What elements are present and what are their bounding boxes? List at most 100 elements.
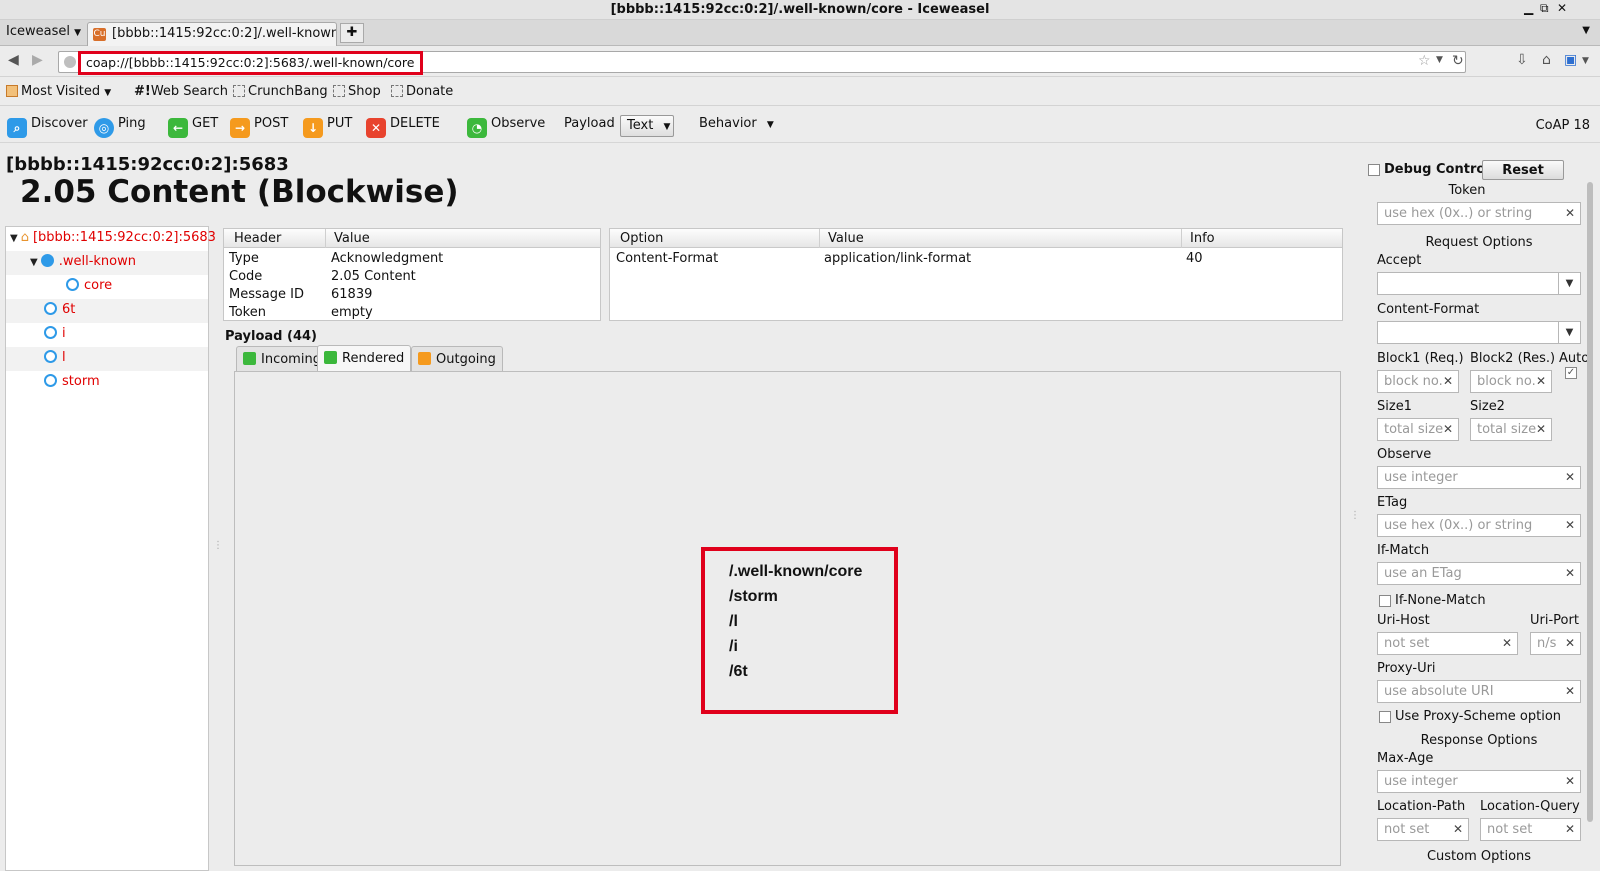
- clear-icon[interactable]: ✕: [1443, 374, 1453, 388]
- post-button[interactable]: → POST: [230, 116, 288, 138]
- clear-icon[interactable]: ✕: [1536, 374, 1546, 388]
- site-identity-icon[interactable]: [64, 56, 76, 68]
- auto-checkbox[interactable]: ✓: [1565, 367, 1577, 379]
- bookmark-donate[interactable]: Donate: [391, 84, 453, 99]
- etag-input[interactable]: use hex (0x..) or string ✕: [1377, 514, 1581, 537]
- tree-node-core[interactable]: core: [6, 275, 208, 299]
- size1-label: Size1: [1377, 399, 1412, 414]
- location-query-input[interactable]: not set ✕: [1480, 818, 1581, 841]
- accept-select[interactable]: ▼: [1377, 272, 1581, 295]
- bookmark-web-search[interactable]: #!Web Search: [134, 84, 228, 99]
- put-button[interactable]: ↓ PUT: [303, 116, 352, 138]
- tab-list-icon[interactable]: ▼: [1582, 25, 1590, 36]
- menu-dropdown-icon[interactable]: ▼: [1582, 56, 1589, 66]
- tree-node-root[interactable]: ▼ ⌂ [bbbb::1415:92cc:0:2]:5683: [6, 227, 216, 251]
- clear-icon[interactable]: ✕: [1565, 822, 1575, 836]
- put-label: PUT: [327, 116, 353, 131]
- column-header-header[interactable]: Header: [234, 231, 281, 246]
- back-icon[interactable]: ◀: [8, 52, 19, 68]
- clear-icon[interactable]: ✕: [1443, 422, 1453, 436]
- url-dropdown-icon[interactable]: ▼: [1436, 55, 1443, 65]
- content-format-select[interactable]: ▼: [1377, 321, 1581, 344]
- clear-icon[interactable]: ✕: [1565, 206, 1575, 220]
- table-cell: 40: [1186, 251, 1203, 266]
- home-icon[interactable]: ⌂: [1542, 52, 1551, 68]
- tab-incoming[interactable]: Incoming: [236, 346, 328, 371]
- url-bar[interactable]: coap://[bbbb::1415:92cc:0:2]:5683/.well-…: [58, 51, 1466, 75]
- token-label: Token: [1448, 183, 1486, 198]
- tree-node-6t[interactable]: 6t: [6, 299, 208, 323]
- magnifier-icon: ⌕: [7, 118, 27, 138]
- proxy-uri-input[interactable]: use absolute URI ✕: [1377, 680, 1581, 703]
- tree-node-well-known[interactable]: ▼ .well-known: [6, 251, 208, 275]
- clear-icon[interactable]: ✕: [1565, 470, 1575, 484]
- app-menu-button[interactable]: Iceweasel ▼: [6, 24, 81, 39]
- delete-button[interactable]: ✕ DELETE: [366, 116, 440, 138]
- observe-input[interactable]: use integer ✕: [1377, 466, 1581, 489]
- location-path-input[interactable]: not set ✕: [1377, 818, 1469, 841]
- placeholder: use an ETag: [1384, 566, 1462, 581]
- token-input[interactable]: use hex (0x..) or string ✕: [1377, 202, 1581, 225]
- clear-icon[interactable]: ✕: [1502, 636, 1512, 650]
- bookmark-most-visited[interactable]: Most Visited ▼: [6, 84, 111, 99]
- arrow-left-icon: ←: [168, 118, 188, 138]
- clear-icon[interactable]: ✕: [1565, 566, 1575, 580]
- discover-button[interactable]: ⌕ Discover: [7, 116, 88, 138]
- tree-node-storm[interactable]: storm: [6, 371, 208, 395]
- tab-outgoing[interactable]: Outgoing: [411, 346, 503, 371]
- clear-icon[interactable]: ✕: [1565, 684, 1575, 698]
- size1-input[interactable]: total size ✕: [1377, 418, 1459, 441]
- bookmark-shop[interactable]: Shop: [333, 84, 381, 99]
- expand-triangle-icon[interactable]: ▼: [30, 257, 38, 268]
- reload-icon[interactable]: ↻: [1452, 53, 1464, 69]
- tree-node-i[interactable]: i: [6, 323, 208, 347]
- use-proxy-scheme-checkbox[interactable]: [1379, 711, 1391, 723]
- clear-icon[interactable]: ✕: [1536, 422, 1546, 436]
- expand-triangle-icon[interactable]: ▼: [10, 233, 18, 244]
- block1-input[interactable]: block no. ✕: [1377, 370, 1459, 393]
- bookmark-crunchbang[interactable]: CrunchBang: [233, 84, 328, 99]
- minimize-icon[interactable]: ▁: [1524, 1, 1533, 15]
- column-header-value[interactable]: Value: [334, 231, 370, 246]
- uri-host-input[interactable]: not set ✕: [1377, 632, 1518, 655]
- ping-icon: ◎: [94, 118, 114, 138]
- max-age-input[interactable]: use integer ✕: [1377, 770, 1581, 793]
- size2-input[interactable]: total size ✕: [1470, 418, 1552, 441]
- maximize-icon[interactable]: ⧉: [1540, 1, 1549, 16]
- url-text[interactable]: coap://[bbbb::1415:92cc:0:2]:5683/.well-…: [78, 51, 423, 75]
- forward-icon[interactable]: ▶: [32, 52, 43, 68]
- column-header-value[interactable]: Value: [828, 231, 864, 246]
- download-icon[interactable]: ⇩: [1516, 52, 1528, 68]
- new-tab-button[interactable]: ✚: [340, 23, 364, 43]
- addon-icon[interactable]: ▣: [1564, 52, 1577, 68]
- close-icon[interactable]: ✕: [1557, 1, 1567, 15]
- splitter-grip[interactable]: ⋮: [1350, 510, 1360, 521]
- sidebar-scrollbar[interactable]: [1587, 182, 1593, 822]
- clear-icon[interactable]: ✕: [1453, 822, 1463, 836]
- uri-port-input[interactable]: n/s ✕: [1530, 632, 1581, 655]
- splitter-grip[interactable]: ⋮: [213, 540, 223, 551]
- tree-node-l[interactable]: l: [6, 347, 208, 371]
- resource-icon: [44, 350, 57, 363]
- debug-control-checkbox[interactable]: [1368, 164, 1380, 176]
- reset-button[interactable]: Reset: [1482, 160, 1564, 180]
- behavior-menu[interactable]: Behavior ▼: [699, 116, 774, 131]
- get-button[interactable]: ← GET: [168, 116, 218, 138]
- column-header-info[interactable]: Info: [1190, 231, 1215, 246]
- clear-icon[interactable]: ✕: [1565, 636, 1575, 650]
- browser-tab[interactable]: Cu [bbbb::1415:92cc:0:2]/.well-known/...: [87, 22, 337, 46]
- tab-rendered[interactable]: Rendered: [317, 345, 412, 372]
- chevron-down-icon[interactable]: ▼: [1558, 273, 1580, 294]
- block2-input[interactable]: block no. ✕: [1470, 370, 1552, 393]
- chevron-down-icon[interactable]: ▼: [1558, 322, 1580, 343]
- observe-button[interactable]: ◔ Observe: [467, 116, 545, 138]
- payload-format-value: Text: [627, 118, 654, 133]
- if-match-input[interactable]: use an ETag ✕: [1377, 562, 1581, 585]
- bookmark-star-icon[interactable]: ☆: [1418, 53, 1431, 69]
- payload-format-select[interactable]: Text ▼: [620, 115, 674, 137]
- clear-icon[interactable]: ✕: [1565, 518, 1575, 532]
- clear-icon[interactable]: ✕: [1565, 774, 1575, 788]
- if-none-match-checkbox[interactable]: [1379, 595, 1391, 607]
- ping-button[interactable]: ◎ Ping: [94, 116, 146, 138]
- column-header-option[interactable]: Option: [620, 231, 663, 246]
